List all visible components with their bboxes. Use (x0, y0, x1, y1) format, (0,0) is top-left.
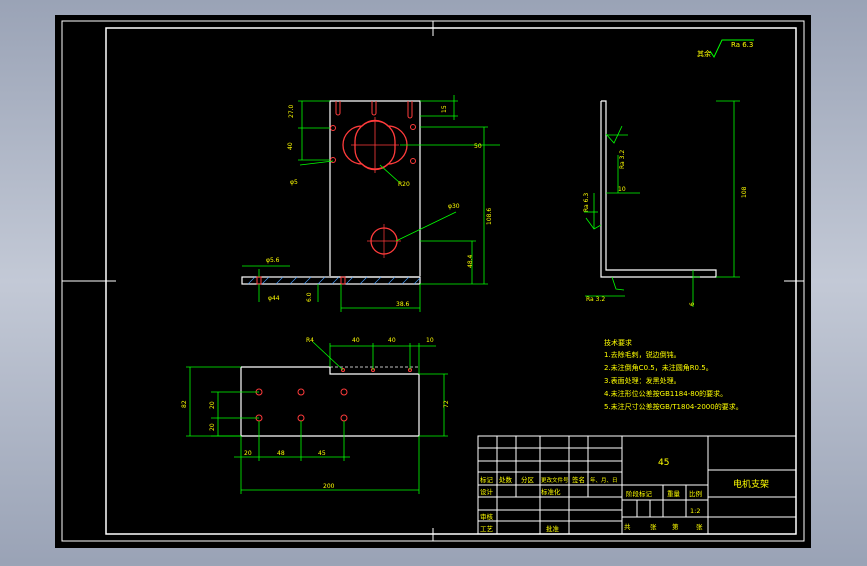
tb-standardize: 标准化 (541, 487, 561, 496)
dim-side-ra2: Ra 6.3 (583, 193, 590, 212)
tb-part-name: 电机支架 (733, 478, 769, 490)
dim-top-r20: 20 (209, 401, 216, 409)
roughness-value: Ra 6.3 (731, 41, 753, 49)
dim-top-r20b: 20 (209, 423, 216, 431)
dim-top-10: 10 (426, 337, 434, 344)
dim-bottom-span: 38.6 (396, 301, 410, 308)
tb-weight: 重量 (667, 490, 681, 498)
dim-hole-bottom: φ44 (268, 295, 280, 302)
dim-top-82: 82 (181, 400, 188, 408)
dim-right-b: 108.6 (486, 208, 493, 225)
tb-page-of: 第 (672, 522, 679, 531)
tech-note-item: 2.未注倒角C0.5，未注圆角R0.5。 (604, 363, 713, 372)
dim-top-b45: 45 (318, 450, 326, 457)
tb-total: 共 (624, 522, 631, 531)
tb-design: 设计 (480, 487, 494, 496)
tech-note-item: 3.表面处理：发黑处理。 (604, 376, 681, 385)
dim-top-40b: 40 (388, 337, 396, 344)
dim-top-b20: 20 (244, 450, 252, 457)
tb-zone: 分区 (521, 475, 535, 484)
tb-check: 审核 (480, 512, 494, 521)
tb-ratio: 比例 (689, 489, 702, 498)
tb-sheet: 张 (650, 522, 657, 531)
dim-hole-small: φ5.6 (266, 257, 280, 264)
dim-side-inner: 10 (618, 186, 626, 193)
dim-top-width: 200 (323, 483, 335, 490)
dim-bottom-plate: 6.0 (306, 292, 313, 302)
tb-stage-mark: 阶段标记 (626, 489, 653, 498)
tb-change-doc: 更改文件号 (541, 476, 569, 484)
dim-right-a: 50 (474, 143, 482, 150)
tb-count: 处数 (499, 475, 513, 484)
dim-leader-left: φ5 (290, 179, 298, 186)
tb-material: 45 (658, 458, 669, 468)
dim-right-c: 48.4 (467, 254, 474, 268)
tb-date: 年、月、日 (590, 476, 618, 484)
dim-side-height: 108 (741, 186, 748, 198)
drawing-canvas (55, 15, 811, 548)
dim-slot: R20 (398, 181, 410, 188)
dim-side-ra1: Ra 3.2 (619, 150, 626, 169)
cad-drawing: 其余 Ra 6.3 27.0 15 40 50 108.6 48.4 φ5.6 … (55, 15, 811, 548)
dim-top-a: 27.0 (288, 104, 295, 118)
tb-sign: 签名 (572, 475, 585, 484)
dim-mid-left: 40 (287, 142, 294, 150)
tech-note-item: 5.未注尺寸公差按GB/T1804-2000的要求。 (604, 402, 743, 411)
tb-approve: 批准 (546, 524, 560, 533)
dim-top-40a: 40 (352, 337, 360, 344)
drawing-window: 其余 Ra 6.3 27.0 15 40 50 108.6 48.4 φ5.6 … (0, 0, 867, 562)
tb-mark: 标记 (480, 475, 494, 484)
dim-top-b48: 48 (277, 450, 285, 457)
dim-big-hole: φ30 (448, 203, 460, 210)
dim-top-r: R4 (306, 337, 314, 344)
tb-process: 工艺 (480, 525, 494, 533)
dim-top-b: 15 (441, 105, 448, 113)
dim-top-72: 72 (443, 400, 450, 408)
dim-side-ra3: Ra 3.2 (586, 296, 605, 303)
tb-scale: 1:2 (690, 507, 700, 515)
dim-side-thick: 6 (689, 302, 696, 306)
tech-note-item: 1.去除毛刺，锐边倒钝。 (604, 350, 681, 359)
tech-note-item: 4.未注形位公差按GB1184-80的要求。 (604, 389, 727, 398)
tech-notes-title: 技术要求 (604, 338, 632, 347)
roughness-label: 其余 (697, 49, 711, 58)
tb-page: 张 (696, 522, 703, 531)
